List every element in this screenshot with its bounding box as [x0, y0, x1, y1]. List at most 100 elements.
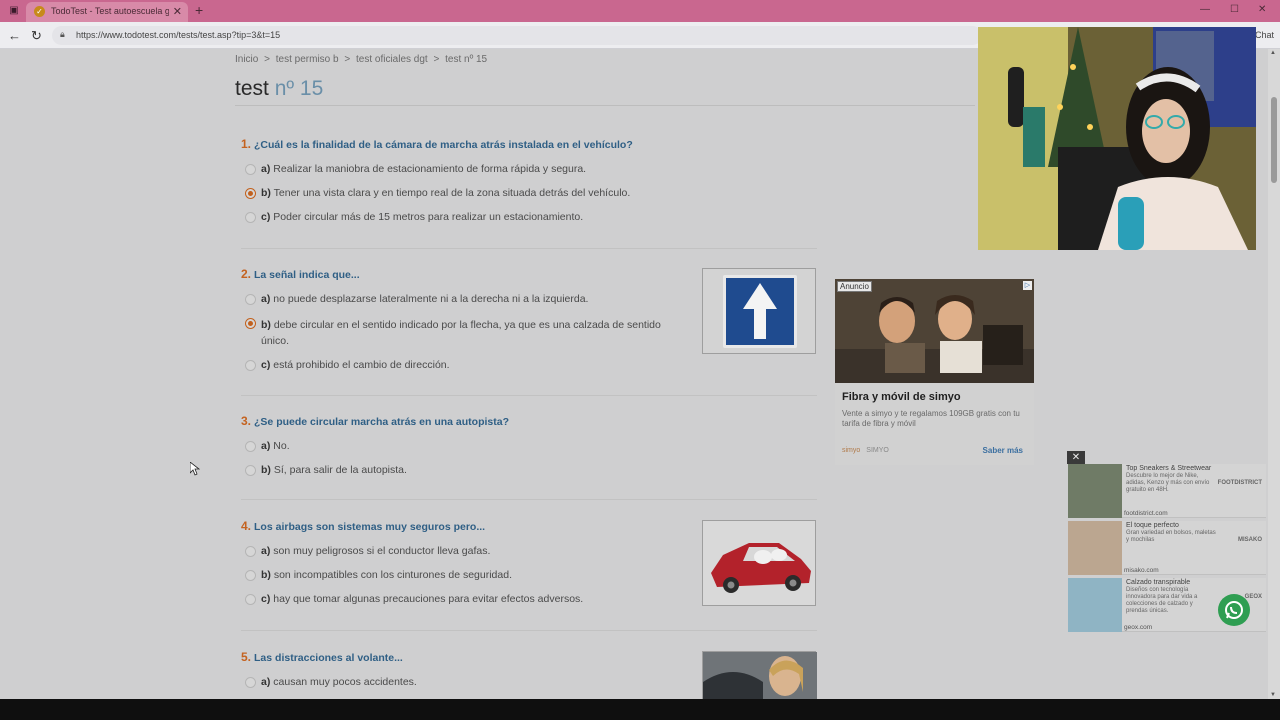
radio-icon[interactable]	[245, 164, 256, 175]
radio-icon[interactable]	[245, 188, 256, 199]
ad-body: Vente a simyo y te regalamos 109GB grati…	[842, 409, 1020, 428]
option-text: hay que tomar algunas precauciones para …	[273, 593, 584, 605]
radio-icon[interactable]	[245, 212, 256, 223]
answer-option-b[interactable]: b) Sí, para salir de la autopista.	[241, 464, 509, 476]
url-input[interactable]: 🔒︎ https://www.todotest.com/tests/test.a…	[52, 26, 982, 45]
side-ad-title: Top Sneakers & Streetwear	[1126, 465, 1212, 472]
answer-option-c[interactable]: c) Poder circular más de 15 metros para …	[241, 211, 633, 223]
answer-option-c[interactable]: c) hay que tomar algunas precauciones pa…	[241, 593, 583, 605]
scrollbar-thumb[interactable]	[1271, 97, 1277, 183]
page-scrollbar[interactable]: ▲ ▼	[1268, 49, 1280, 699]
question-2: 2. La señal indica que... a) no puede des…	[241, 267, 681, 371]
ad-photo[interactable]	[835, 279, 1034, 383]
back-arrow-icon[interactable]: ←	[8, 28, 21, 43]
breadcrumb-test-15: test nº 15	[445, 54, 488, 65]
option-letter: a)	[261, 293, 271, 305]
radio-icon[interactable]	[245, 677, 256, 688]
answer-option-a[interactable]: a) causan muy pocos accidentes.	[241, 676, 417, 688]
option-text: No.	[273, 440, 290, 452]
answer-option-a[interactable]: a) No.	[241, 440, 509, 452]
browser-tab[interactable]: ✓ TodoTest - Test autoescuela grati ✕	[26, 2, 188, 22]
radio-icon[interactable]	[245, 594, 256, 605]
ad-cta-button[interactable]: Saber más	[983, 446, 1023, 455]
breadcrumb-permiso-b[interactable]: test permiso b	[276, 54, 339, 65]
option-text: Poder circular más de 15 metros para rea…	[273, 211, 584, 223]
option-text: debe circular en el sentido indicado por…	[261, 319, 661, 347]
whatsapp-icon	[1225, 601, 1243, 619]
answer-option-b[interactable]: b) son incompatibles con los cinturones …	[241, 569, 583, 581]
breadcrumb-separator: >	[433, 54, 440, 65]
ad-brand: simyo SIMYO	[842, 447, 889, 454]
windows-icon[interactable]: ▣	[8, 5, 20, 17]
question-text: Los airbags son sistemas muy seguros per…	[254, 521, 486, 533]
breadcrumb-oficiales-dgt[interactable]: test oficiales dgt	[356, 54, 428, 65]
radio-icon[interactable]	[245, 546, 256, 557]
ad-choices-icon[interactable]: ▷	[1023, 281, 1032, 290]
question-4: 4. Los airbags son sistemas muy seguros p…	[241, 519, 583, 605]
side-ad-thumbnail[interactable]	[1068, 464, 1122, 518]
side-ad-item[interactable]: Top Sneakers & Streetwear Descubre lo me…	[1068, 464, 1266, 518]
breadcrumb-inicio[interactable]: Inicio	[235, 54, 258, 65]
answer-option-b[interactable]: b) debe circular en el sentido indicado …	[241, 317, 681, 349]
driver-distraction-image	[702, 651, 817, 699]
option-letter: a)	[261, 545, 271, 557]
maximize-icon[interactable]: ☐	[1230, 4, 1239, 15]
scroll-down-icon[interactable]: ▼	[1270, 692, 1276, 698]
question-text: La señal indica que...	[254, 269, 360, 281]
breadcrumb-separator: >	[264, 54, 270, 65]
question-number: 4.	[241, 519, 252, 533]
side-ad-brand-logo: FOOTDISTRICT	[1217, 480, 1262, 486]
answer-option-a[interactable]: a) no puede desplazarse lateralmente ni …	[241, 293, 681, 305]
reload-icon[interactable]: ↻	[31, 28, 42, 44]
question-text: Las distracciones al volante...	[254, 652, 403, 664]
ad-brand-name: SIMYO	[866, 447, 889, 454]
option-letter: b)	[261, 319, 271, 331]
answer-option-b[interactable]: b) Tener una vista clara y en tiempo rea…	[241, 187, 633, 199]
side-ad-domain: geox.com	[1124, 624, 1153, 631]
question-number: 2.	[241, 267, 252, 281]
minimize-icon[interactable]: —	[1200, 4, 1210, 15]
side-ad-domain: misako.com	[1124, 567, 1159, 574]
ad-headline[interactable]: Fibra y móvil de simyo	[842, 391, 961, 403]
answer-option-a[interactable]: a) Realizar la maniobra de estacionamien…	[241, 163, 633, 175]
answer-option-a[interactable]: a) son muy peligrosos si el conductor ll…	[241, 545, 583, 557]
radio-icon[interactable]	[245, 570, 256, 581]
radio-icon[interactable]	[245, 318, 256, 329]
option-letter: a)	[261, 676, 271, 688]
side-ad-item[interactable]: El toque perfecto Gran variedad en bolso…	[1068, 521, 1266, 575]
radio-icon[interactable]	[245, 294, 256, 305]
side-ad-domain: footdistrict.com	[1124, 510, 1168, 517]
plus-icon[interactable]: +	[195, 2, 203, 18]
option-text: Tener una vista clara y en tiempo real d…	[273, 187, 631, 199]
chat-label[interactable]: Chat	[1255, 30, 1274, 40]
ad-badge: Anuncio	[837, 281, 872, 292]
one-way-sign-image	[702, 268, 816, 354]
radio-icon[interactable]	[245, 465, 256, 476]
streamer-webcam-image	[978, 27, 1256, 250]
todotest-favicon-icon: ✓	[34, 6, 45, 17]
side-ads-close-button[interactable]: ✕	[1067, 451, 1085, 464]
option-letter: c)	[261, 593, 271, 605]
question-title: 1. ¿Cuál es la finalidad de la cámara de …	[241, 137, 633, 155]
radio-icon[interactable]	[245, 360, 256, 371]
option-letter: b)	[261, 464, 271, 476]
close-icon[interactable]: ✕	[173, 5, 182, 18]
window-close-icon[interactable]: ✕	[1258, 4, 1266, 15]
question-3: 3. ¿Se puede circular marcha atrás en una…	[241, 414, 509, 476]
option-text: son muy peligrosos si el conductor lleva…	[273, 545, 491, 557]
option-text: está prohibido el cambio de dirección.	[273, 359, 450, 371]
whatsapp-button[interactable]	[1218, 594, 1250, 626]
tab-title: TodoTest - Test autoescuela grati	[51, 6, 169, 16]
answer-option-c[interactable]: c) está prohibido el cambio de dirección…	[241, 359, 681, 371]
radio-icon[interactable]	[245, 441, 256, 452]
side-ad-description: Descubre lo mejor de Nike, adidas, Kenzo…	[1126, 473, 1210, 493]
option-text: no puede desplazarse lateralmente ni a l…	[273, 293, 589, 305]
ad-people-photo-icon	[835, 279, 1034, 383]
simyo-ad[interactable]: Anuncio ▷ Fibra y móvil de simyo Vente a…	[835, 279, 1034, 465]
scroll-up-icon[interactable]: ▲	[1270, 50, 1276, 56]
side-ad-thumbnail[interactable]	[1068, 521, 1122, 575]
browser-tab-bar: ▣ ✓ TodoTest - Test autoescuela grati ✕ …	[0, 0, 1280, 22]
side-ad-thumbnail[interactable]	[1068, 578, 1122, 632]
option-letter: a)	[261, 440, 271, 452]
option-text: causan muy pocos accidentes.	[273, 676, 417, 688]
